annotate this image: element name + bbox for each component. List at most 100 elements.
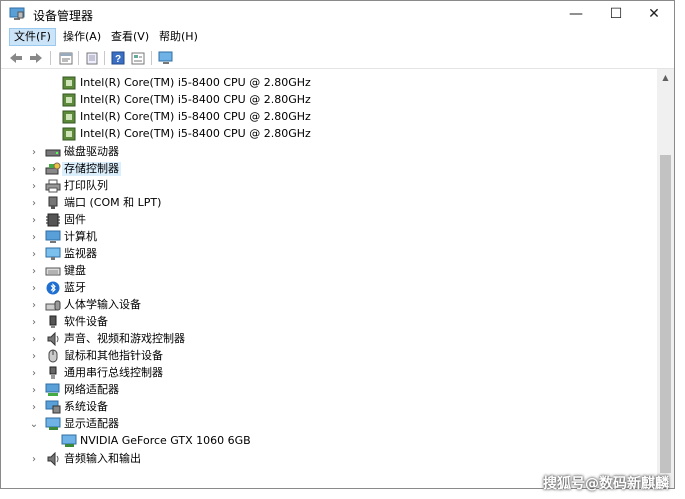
- storage-controller-icon: [45, 162, 61, 175]
- help-icon[interactable]: ?: [109, 50, 127, 66]
- toolbar-separator: [104, 51, 105, 65]
- chevron-right-icon[interactable]: ›: [29, 280, 39, 297]
- tree-item-system-devices[interactable]: › 系统设备: [7, 399, 647, 416]
- audio-io-icon: [47, 452, 59, 466]
- network-adapter-icon: [45, 383, 60, 396]
- svg-text:?: ?: [115, 54, 121, 65]
- menu-help[interactable]: 帮助(H): [155, 28, 202, 46]
- firmware-icon: [46, 213, 60, 227]
- mouse-icon: [48, 349, 58, 363]
- processor-icon: [62, 76, 76, 90]
- scroll-thumb[interactable]: [660, 155, 671, 473]
- system-device-icon: [45, 400, 61, 414]
- tree-item-label: 人体学输入设备: [64, 298, 141, 311]
- tree-item-label: 网络适配器: [64, 383, 119, 396]
- hid-icon: [45, 300, 61, 311]
- processor-icon: [62, 93, 76, 107]
- menu-file[interactable]: 文件(F): [9, 28, 56, 46]
- toolbar: ?: [1, 47, 674, 69]
- maximize-button[interactable]: ☐: [596, 1, 636, 27]
- chevron-right-icon[interactable]: ›: [29, 382, 39, 399]
- chevron-down-icon[interactable]: ⌄: [29, 416, 39, 433]
- chevron-right-icon[interactable]: ›: [29, 195, 39, 212]
- tree-item-ports[interactable]: › 端口 (COM 和 LPT): [7, 195, 647, 212]
- back-arrow-icon[interactable]: [7, 50, 25, 66]
- processor-icon: [62, 127, 76, 141]
- tree-item-monitors[interactable]: › 监视器: [7, 246, 647, 263]
- tree-item-label: NVIDIA GeForce GTX 1060 6GB: [80, 434, 251, 447]
- tree-item-storage-controllers[interactable]: › 存储控制器: [7, 161, 647, 178]
- tree-item-hid[interactable]: › 人体学输入设备: [7, 297, 647, 314]
- update-driver-icon[interactable]: [83, 50, 101, 66]
- tree-item-mice[interactable]: › 鼠标和其他指针设备: [7, 348, 647, 365]
- window-title: 设备管理器: [33, 9, 94, 23]
- chevron-right-icon[interactable]: ›: [29, 365, 39, 382]
- software-device-icon: [49, 315, 57, 328]
- tree-item-bluetooth[interactable]: › 蓝牙: [7, 280, 647, 297]
- tree-item-sound-video-game[interactable]: › 声音、视频和游戏控制器: [7, 331, 647, 348]
- usb-icon: [49, 366, 57, 379]
- chevron-right-icon[interactable]: ›: [29, 161, 39, 178]
- toolbar-separator: [78, 51, 79, 65]
- computer-icon: [45, 230, 61, 243]
- keyboard-icon: [45, 267, 61, 276]
- forward-arrow-icon[interactable]: [27, 50, 45, 66]
- chevron-right-icon[interactable]: ›: [29, 229, 39, 246]
- tree-item-label: 监视器: [64, 247, 97, 260]
- properties-icon[interactable]: [57, 50, 75, 66]
- tree-item-label: 端口 (COM 和 LPT): [64, 196, 162, 209]
- chevron-right-icon[interactable]: ›: [29, 297, 39, 314]
- chevron-right-icon[interactable]: ›: [29, 331, 39, 348]
- tree-item-label: 固件: [64, 213, 86, 226]
- tree-item-label: 打印队列: [64, 179, 108, 192]
- device-tree: Intel(R) Core(TM) i5-8400 CPU @ 2.80GHz …: [7, 71, 657, 481]
- tree-item-label: 软件设备: [64, 315, 108, 328]
- tree-item-print-queues[interactable]: › 打印队列: [7, 178, 647, 195]
- chevron-right-icon[interactable]: ›: [29, 314, 39, 331]
- cpu-item[interactable]: Intel(R) Core(TM) i5-8400 CPU @ 2.80GHz: [7, 109, 647, 126]
- tree-item-label: 磁盘驱动器: [64, 145, 119, 158]
- tree-item-label: 键盘: [64, 264, 86, 277]
- chevron-right-icon[interactable]: ›: [29, 246, 39, 263]
- menu-view[interactable]: 查看(V): [107, 28, 153, 46]
- tree-item-label: 鼠标和其他指针设备: [64, 349, 163, 362]
- chevron-right-icon[interactable]: ›: [29, 178, 39, 195]
- cpu-item[interactable]: Intel(R) Core(TM) i5-8400 CPU @ 2.80GHz: [7, 75, 647, 92]
- chevron-right-icon[interactable]: ›: [29, 399, 39, 416]
- tree-item-label: 系统设备: [64, 400, 108, 413]
- cpu-item[interactable]: Intel(R) Core(TM) i5-8400 CPU @ 2.80GHz: [7, 126, 647, 143]
- tree-item-label: 通用串行总线控制器: [64, 366, 163, 379]
- tree-item-gpu[interactable]: NVIDIA GeForce GTX 1060 6GB: [7, 433, 647, 450]
- tree-item-software-devices[interactable]: › 软件设备: [7, 314, 647, 331]
- close-button[interactable]: ✕: [634, 1, 674, 27]
- tree-item-keyboards[interactable]: › 键盘: [7, 263, 647, 280]
- chevron-right-icon[interactable]: ›: [29, 263, 39, 280]
- chevron-right-icon[interactable]: ›: [29, 212, 39, 229]
- tree-item-computer[interactable]: › 计算机: [7, 229, 647, 246]
- chevron-right-icon[interactable]: ›: [29, 144, 39, 161]
- tree-item-display-adapters[interactable]: ⌄ 显示适配器: [7, 416, 647, 433]
- printer-icon: [45, 179, 61, 193]
- cpu-item[interactable]: Intel(R) Core(TM) i5-8400 CPU @ 2.80GHz: [7, 92, 647, 109]
- tree-item-label: 声音、视频和游戏控制器: [64, 332, 185, 345]
- chevron-right-icon[interactable]: ›: [29, 451, 39, 468]
- tree-item-firmware[interactable]: › 固件: [7, 212, 647, 229]
- watermark-text: 搜狐号@数码新麒麟: [543, 476, 669, 492]
- chevron-right-icon[interactable]: ›: [29, 348, 39, 365]
- minimize-button[interactable]: —: [556, 1, 596, 27]
- tree-item-audio-io[interactable]: › 音频输入和输出: [7, 451, 647, 468]
- scroll-up-icon[interactable]: ▲: [657, 69, 674, 86]
- monitor-scan-icon[interactable]: [157, 50, 175, 66]
- tree-item-label: 音频输入和输出: [64, 452, 141, 465]
- view-icon[interactable]: [129, 50, 147, 66]
- tree-item-network-adapters[interactable]: › 网络适配器: [7, 382, 647, 399]
- processor-icon: [62, 110, 76, 124]
- menu-action[interactable]: 操作(A): [59, 28, 105, 46]
- display-adapter-icon: [45, 417, 61, 430]
- menu-bar: 文件(F) 操作(A) 查看(V) 帮助(H): [1, 27, 674, 47]
- vertical-scrollbar[interactable]: ▲ ▼: [657, 69, 674, 488]
- speaker-icon: [47, 332, 59, 346]
- tree-item-usb-controllers[interactable]: › 通用串行总线控制器: [7, 365, 647, 382]
- tree-item-disk-drives[interactable]: › 磁盘驱动器: [7, 144, 647, 161]
- title-bar[interactable]: 设备管理器 — ☐ ✕: [1, 1, 674, 27]
